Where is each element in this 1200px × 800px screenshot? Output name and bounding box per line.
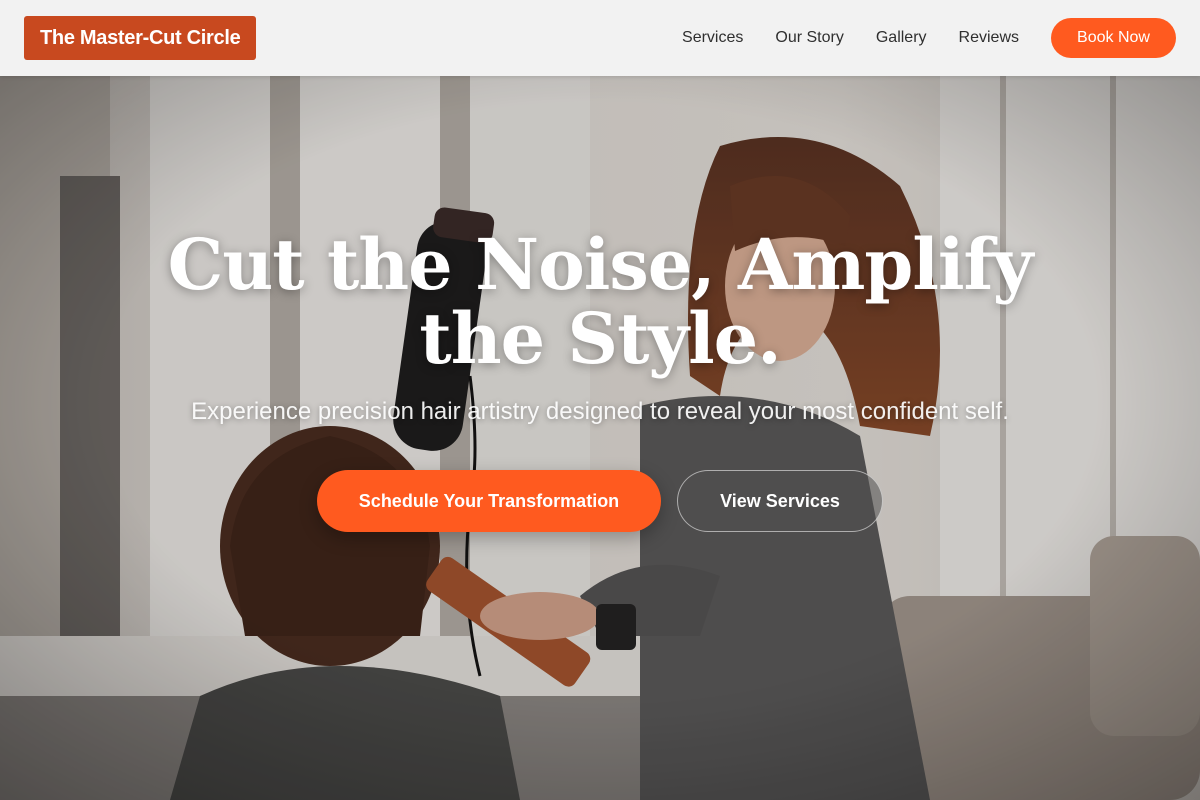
hero-subtitle: Experience precision hair artistry desig… xyxy=(191,398,1009,425)
nav-link-services[interactable]: Services xyxy=(682,29,743,47)
view-services-button[interactable]: View Services xyxy=(677,470,883,532)
hero-title-line-1: Cut the Noise, Amplify xyxy=(167,223,1034,306)
nav-link-our-story[interactable]: Our Story xyxy=(775,29,843,47)
schedule-transformation-button[interactable]: Schedule Your Transformation xyxy=(317,470,661,532)
hero-section: Cut the Noise, Amplify the Style. Experi… xyxy=(0,76,1200,800)
nav-link-reviews[interactable]: Reviews xyxy=(959,29,1019,47)
hero-title-line-2: the Style. xyxy=(419,297,781,380)
nav-link-gallery[interactable]: Gallery xyxy=(876,29,927,47)
site-header: The Master-Cut Circle Services Our Story… xyxy=(0,0,1200,76)
book-now-button[interactable]: Book Now xyxy=(1051,18,1176,58)
hero-content: Cut the Noise, Amplify the Style. Experi… xyxy=(150,228,1050,532)
main-nav: Services Our Story Gallery Reviews Book … xyxy=(682,18,1176,58)
hero-title: Cut the Noise, Amplify the Style. xyxy=(150,228,1050,376)
hero-cta-row: Schedule Your Transformation View Servic… xyxy=(150,470,1050,532)
brand-logo[interactable]: The Master-Cut Circle xyxy=(24,16,257,60)
